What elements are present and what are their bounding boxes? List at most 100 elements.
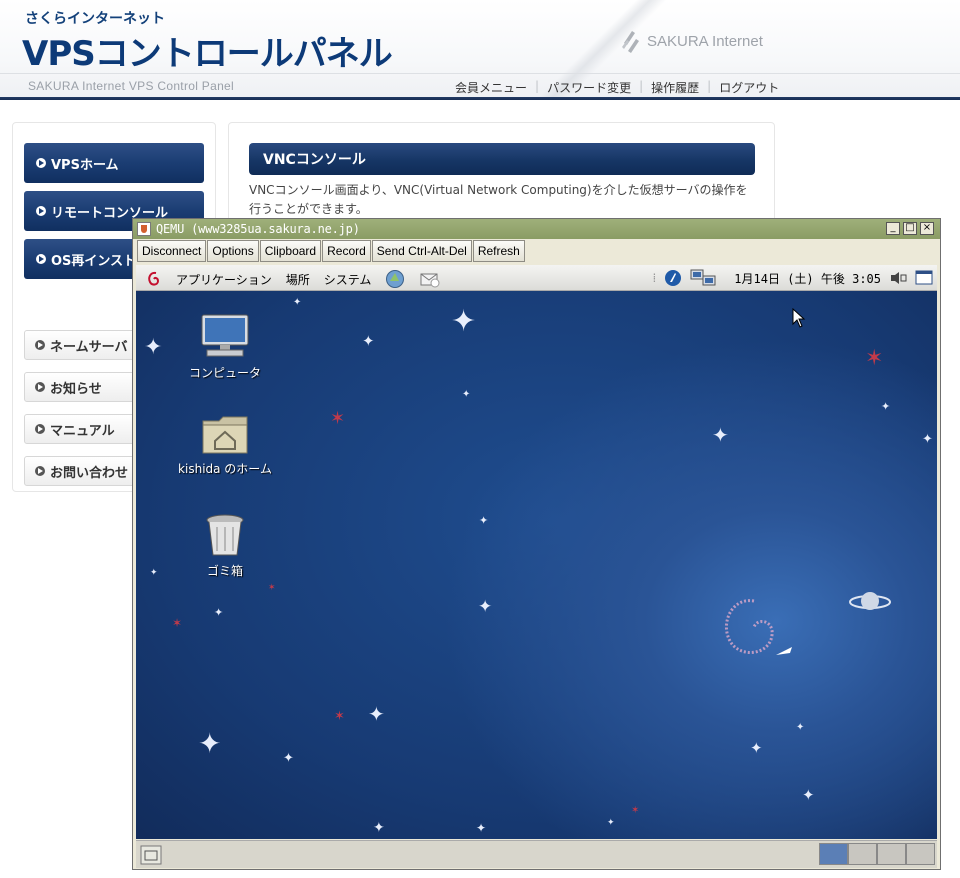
star-decoration: ✶ — [172, 616, 183, 630]
sakura-logo-text: SAKURA Internet — [647, 32, 763, 50]
star-decoration: ✶ — [631, 805, 640, 816]
arrow-circle-icon — [35, 382, 45, 392]
record-button[interactable]: Record — [322, 240, 371, 262]
star-decoration: ✶ — [268, 583, 276, 593]
header-divider-bar — [0, 97, 960, 100]
nav-member-menu[interactable]: 会員メニュー — [455, 79, 527, 96]
show-desktop-button-icon[interactable] — [140, 845, 162, 865]
workspace-4[interactable] — [906, 843, 935, 865]
star-decoration: ✦ — [362, 332, 375, 350]
arrow-circle-icon — [35, 424, 45, 434]
star-decoration: ✦ — [712, 423, 729, 447]
nav-separator: | — [639, 79, 644, 93]
arrow-circle-icon — [36, 206, 46, 216]
nav-separator: | — [707, 79, 712, 93]
star-decoration: ✦ — [150, 568, 158, 578]
nav-logout[interactable]: ログアウト — [719, 79, 779, 96]
star-decoration: ✦ — [293, 297, 302, 308]
sidebar-item-label: お問い合わせ — [50, 465, 129, 481]
qemu-titlebar[interactable]: QEMU (www3285ua.sakura.ne.jp) _ □ × — [133, 219, 940, 239]
star-decoration: ✦ — [479, 514, 489, 527]
desktop-icon-label: kishida のホーム — [178, 462, 272, 476]
star-decoration: ✦ — [451, 304, 477, 339]
top-nav: 会員メニュー | パスワード変更 | 操作履歴 | ログアウト — [455, 79, 779, 96]
options-button[interactable]: Options — [207, 240, 259, 262]
desktop-icon-label: コンピュータ — [188, 366, 261, 380]
star-decoration: ✦ — [283, 751, 294, 766]
java-icon — [137, 222, 151, 236]
brand-title[interactable]: VPSコントロールパネル — [22, 26, 393, 75]
show-desktop-icon[interactable] — [915, 270, 933, 286]
star-decoration: ✦ — [802, 786, 815, 804]
sidebar-item-label: お知らせ — [50, 381, 102, 397]
star-decoration: ✦ — [796, 722, 805, 733]
gnome-desktop[interactable]: ✦ ✦ ✦ ✦ ✶ ✦ ✦ ✶ ✦ ✦ ✦ ✦ ✶ ✦ ✦ ✶ ✶ ✦ ✦ ✦ … — [136, 291, 937, 839]
system-menu[interactable]: システム — [324, 271, 372, 288]
sakura-logo: SAKURA Internet — [621, 29, 763, 53]
clipboard-button[interactable]: Clipboard — [259, 240, 322, 262]
nav-change-password[interactable]: パスワード変更 — [547, 79, 631, 96]
debian-swirl-icon[interactable] — [146, 270, 162, 288]
star-decoration: ✶ — [865, 346, 884, 371]
star-decoration: ✦ — [373, 820, 385, 836]
qemu-title: QEMU (www3285ua.sakura.ne.jp) — [156, 222, 360, 236]
arrow-circle-icon — [36, 254, 46, 264]
desktop-icon-label: ゴミ箱 — [206, 564, 243, 578]
sidebar-item-label: マニュアル — [50, 423, 115, 439]
web-browser-icon[interactable] — [385, 269, 405, 289]
update-notifier-icon[interactable] — [664, 269, 682, 287]
close-button[interactable]: × — [920, 222, 934, 235]
panel-separator: ⁞ — [652, 271, 657, 285]
desktop-icon-trash[interactable]: ゴミ箱 — [170, 513, 280, 579]
workspace-2[interactable] — [848, 843, 877, 865]
arrow-circle-icon — [36, 158, 46, 168]
home-folder-icon — [202, 416, 248, 454]
workspace-switcher — [819, 843, 935, 865]
star-decoration: ✦ — [144, 335, 163, 360]
workspace-1[interactable] — [819, 843, 848, 865]
qemu-vnc-window[interactable]: QEMU (www3285ua.sakura.ne.jp) _ □ × Disc… — [132, 218, 941, 870]
workspace-3[interactable] — [877, 843, 906, 865]
gnome-top-panel: アプリケーション 場所 システム ⁞ 1月14日 (土) 午後 3:05 — [136, 265, 937, 291]
sidebar-item-label: ネームサーバ — [50, 339, 128, 355]
applications-menu[interactable]: アプリケーション — [176, 271, 272, 288]
trash-icon — [206, 514, 244, 556]
send-ctrl-alt-del-button[interactable]: Send Ctrl-Alt-Del — [371, 240, 472, 262]
maximize-button[interactable]: □ — [903, 222, 917, 235]
places-menu[interactable]: 場所 — [286, 271, 310, 288]
debian-swirl-graphic — [724, 599, 792, 655]
mail-client-icon[interactable] — [419, 269, 441, 289]
sakura-logo-icon — [622, 31, 639, 53]
section-title: VNCコンソール — [249, 143, 755, 175]
page-header: さくらインターネット VPSコントロールパネル SAKURA Internet … — [0, 0, 960, 100]
gnome-bottom-panel — [136, 840, 937, 868]
minimize-button[interactable]: _ — [886, 222, 900, 235]
sidebar-item-vps-home[interactable]: VPSホーム — [24, 143, 204, 183]
section-description: VNCコンソール画面より、VNC(Virtual Network Computi… — [249, 183, 748, 216]
panel-clock[interactable]: 1月14日 (土) 午後 3:05 — [734, 270, 881, 287]
star-decoration: ✦ — [214, 606, 224, 619]
refresh-button[interactable]: Refresh — [472, 240, 525, 262]
volume-icon[interactable] — [889, 270, 907, 286]
sidebar-item-label: VPSホーム — [51, 157, 119, 173]
brand-subtitle: さくらインターネット — [25, 11, 165, 27]
disconnect-button[interactable]: Disconnect — [137, 240, 207, 262]
star-decoration: ✦ — [368, 702, 385, 726]
arrow-circle-icon — [35, 340, 45, 350]
arrow-circle-icon — [35, 466, 45, 476]
vnc-toolbar: Disconnect Options Clipboard Record Send… — [133, 239, 940, 263]
star-decoration: ✦ — [750, 739, 763, 757]
planet-graphic — [849, 592, 891, 610]
computer-icon — [201, 314, 249, 357]
star-decoration: ✦ — [462, 389, 471, 400]
desktop-icon-computer[interactable]: コンピュータ — [170, 313, 280, 381]
header-subbar: SAKURA Internet VPS Control Panel 会員メニュー… — [0, 73, 960, 97]
tagline: SAKURA Internet VPS Control Panel — [28, 79, 235, 93]
star-decoration: ✦ — [198, 727, 222, 760]
star-decoration: ✶ — [334, 709, 345, 724]
nav-separator: | — [535, 79, 540, 93]
star-decoration: ✦ — [881, 400, 891, 413]
network-icon[interactable] — [690, 268, 716, 288]
nav-operation-history[interactable]: 操作履歴 — [651, 79, 699, 96]
desktop-icon-home[interactable]: kishida のホーム — [170, 413, 280, 477]
